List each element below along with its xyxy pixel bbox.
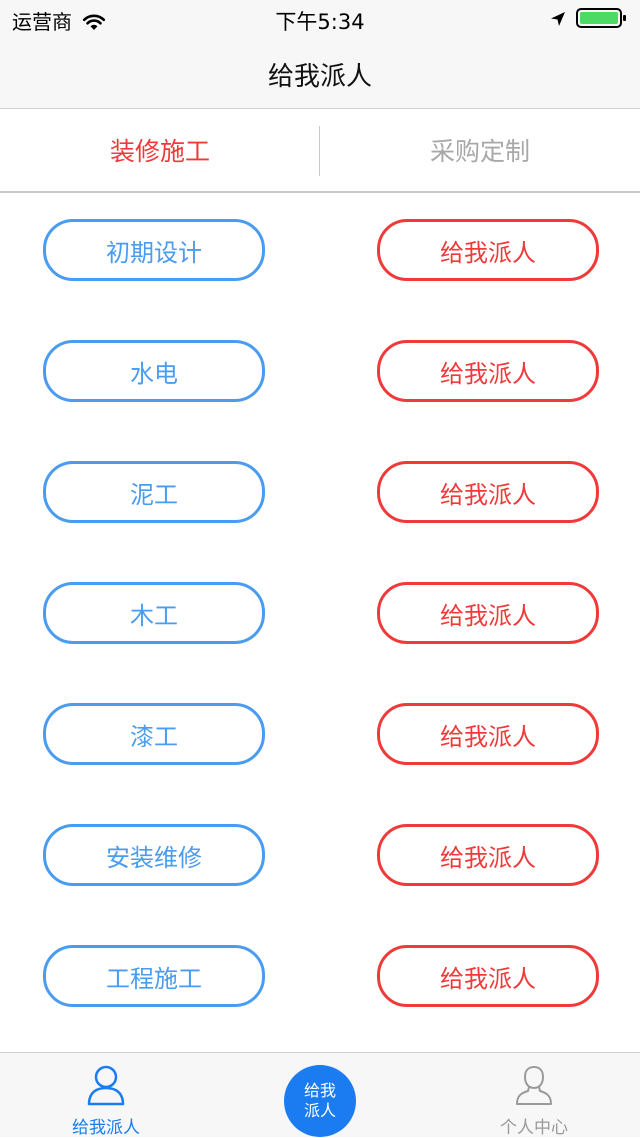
category-button[interactable]: 泥工 — [43, 461, 265, 523]
category-button[interactable]: 水电 — [43, 340, 265, 402]
tab-label: 采购定制 — [429, 137, 530, 166]
tabbar-label: 给我派人 — [72, 1118, 140, 1138]
tabbar-item-profile[interactable]: 个人中心 — [454, 1053, 614, 1138]
category-button[interactable]: 木工 — [43, 582, 265, 644]
category-button[interactable]: 工程施工 — [43, 945, 265, 1007]
navigation-bar: 给我派人 — [0, 40, 640, 109]
tabbar-item-dispatch[interactable]: 给我派人 — [26, 1053, 186, 1138]
dispatch-button[interactable]: 给我派人 — [377, 340, 599, 402]
category-button[interactable]: 安装维修 — [43, 824, 265, 886]
user-icon — [86, 1063, 126, 1107]
list-item: 漆工 给我派人 — [0, 703, 640, 824]
dispatch-button[interactable]: 给我派人 — [377, 461, 599, 523]
category-tabs: 装修施工 采购定制 — [0, 109, 640, 193]
dispatch-center-button[interactable]: 给我 派人 — [284, 1065, 356, 1137]
category-button[interactable]: 漆工 — [43, 703, 265, 765]
dispatch-button[interactable]: 给我派人 — [377, 219, 599, 281]
list-item: 泥工 给我派人 — [0, 461, 640, 582]
page-title: 给我派人 — [267, 62, 372, 92]
list-item: 木工 给我派人 — [0, 582, 640, 703]
list-item: 初期设计 给我派人 — [0, 219, 640, 340]
service-list: 初期设计 给我派人 水电 给我派人 泥工 给我派人 木工 给我派人 漆工 给我派… — [0, 219, 640, 1066]
status-right — [550, 7, 628, 29]
bottom-tab-bar: 给我派人 给我 派人 个人中心 — [0, 1052, 640, 1138]
tab-label: 装修施工 — [109, 137, 210, 166]
list-item: 工程施工 给我派人 — [0, 945, 640, 1066]
tab-decoration-construction[interactable]: 装修施工 — [0, 109, 320, 191]
battery-icon — [576, 7, 628, 29]
tab-purchase-custom[interactable]: 采购定制 — [320, 109, 640, 191]
dispatch-button[interactable]: 给我派人 — [377, 945, 599, 1007]
dispatch-button[interactable]: 给我派人 — [377, 824, 599, 886]
status-bar: 运营商 下午5:34 — [0, 0, 640, 40]
profile-icon — [514, 1063, 554, 1107]
location-arrow-icon — [550, 9, 566, 27]
category-button[interactable]: 初期设计 — [43, 219, 265, 281]
dispatch-button[interactable]: 给我派人 — [377, 582, 599, 644]
tabbar-label: 个人中心 — [500, 1118, 568, 1138]
status-time: 下午5:34 — [275, 10, 365, 34]
list-item: 水电 给我派人 — [0, 340, 640, 461]
dispatch-button[interactable]: 给我派人 — [377, 703, 599, 765]
list-item: 安装维修 给我派人 — [0, 824, 640, 945]
